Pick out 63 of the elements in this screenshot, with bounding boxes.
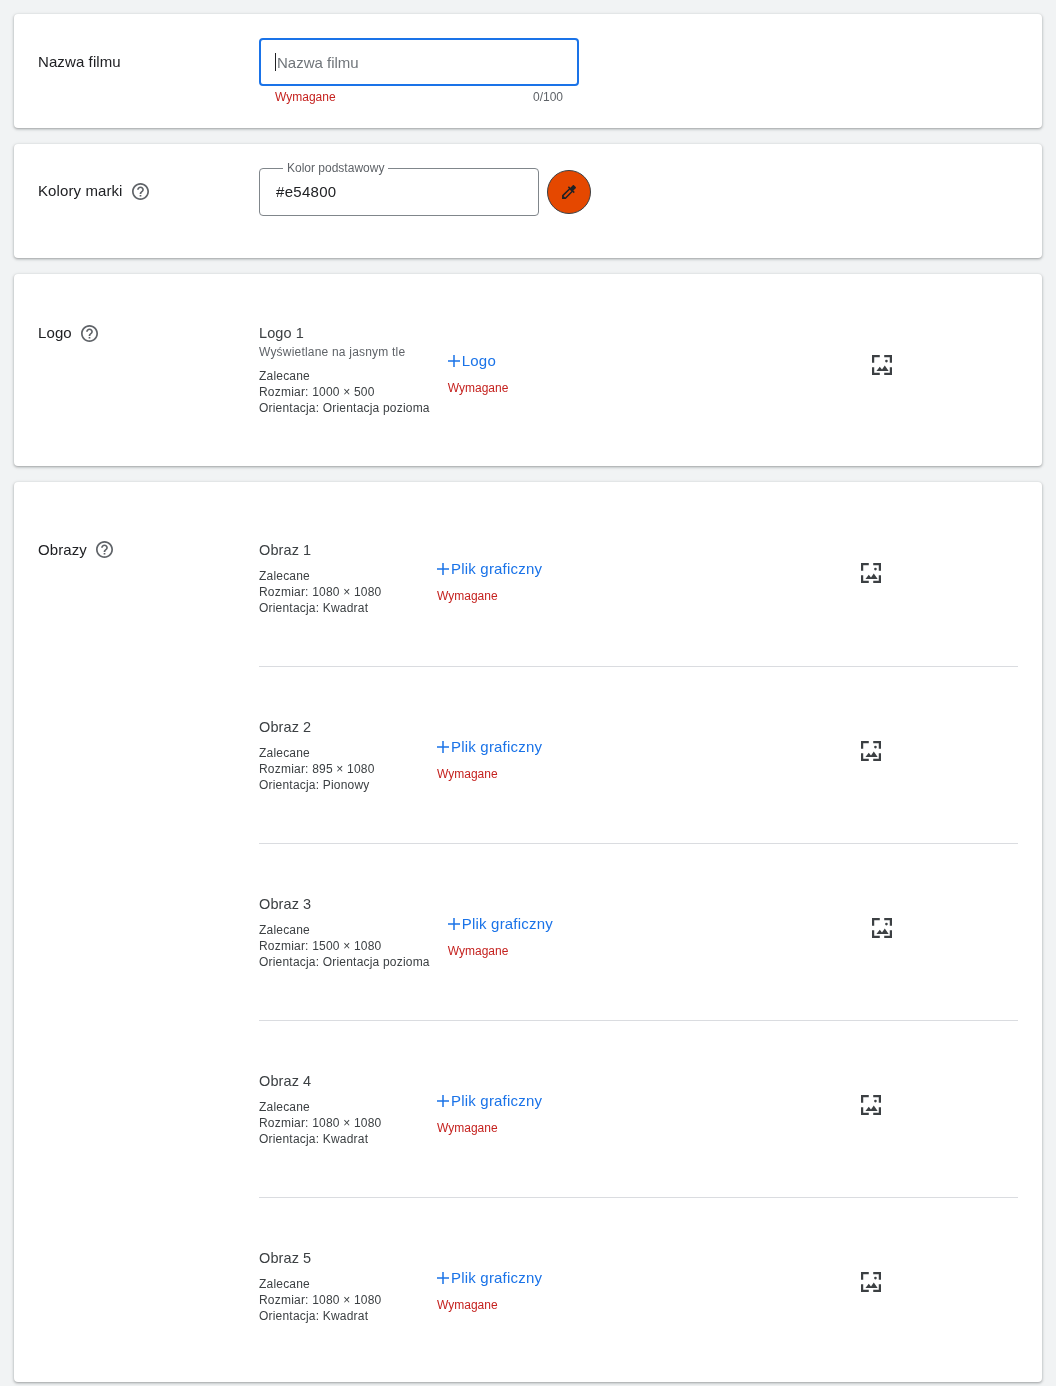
text-cursor-icon: [275, 53, 276, 71]
eyedropper-icon: [562, 185, 576, 199]
orientation-text: Orientacja: Kwadrat: [259, 599, 370, 616]
recommended-label: Zalecane: [259, 1276, 311, 1292]
recommended-label: Zalecane: [259, 567, 311, 584]
add-file-button[interactable]: Plik graficzny: [437, 555, 543, 583]
add-file-button[interactable]: Logo: [447, 347, 496, 375]
required-hint: Wymagane: [447, 942, 509, 959]
add-file-button[interactable]: Plik graficzny: [437, 1263, 543, 1292]
asset-title: Obraz 4: [259, 1072, 313, 1091]
orientation-text: Orientacja: Kwadrat: [259, 1131, 370, 1147]
asset-title: Obraz 1: [259, 540, 313, 560]
required-hint: Wymagane: [437, 1296, 498, 1313]
size-text: Rozmiar: 895 × 1080: [259, 761, 376, 777]
section-label: Nazwa filmu: [38, 52, 121, 72]
orientation-text: Orientacja: Orientacja pozioma: [259, 954, 430, 970]
plus-icon: [437, 1094, 449, 1107]
asset-title: Obraz 3: [259, 895, 313, 914]
add-file-button[interactable]: Plik graficzny: [437, 732, 543, 761]
size-text: Rozmiar: 1080 × 1080: [259, 1115, 383, 1131]
asset-subtitle: Wyświetlane na jasnym tle: [259, 344, 407, 360]
recommended-label: Zalecane: [259, 922, 311, 938]
asset-title: Obraz 5: [259, 1249, 313, 1268]
plus-icon: [437, 740, 449, 753]
size-text: Rozmiar: 1500 × 1080: [259, 938, 383, 954]
image-icon: [861, 563, 881, 583]
orientation-text: Orientacja: Pionowy: [259, 777, 371, 793]
size-text: Rozmiar: 1080 × 1080: [259, 583, 383, 600]
image-icon: [861, 1094, 881, 1115]
title-input-field[interactable]: Nazwa filmu: [259, 38, 579, 86]
add-file-button[interactable]: Plik graficzny: [447, 909, 553, 938]
image-icon: [871, 917, 892, 938]
plus-icon: [437, 563, 449, 575]
color-input-field[interactable]: Kolor podstawowy #e54800: [259, 161, 539, 216]
image-icon: [861, 740, 881, 761]
required-hint: Wymagane: [437, 588, 498, 604]
asset-title: Obraz 2: [259, 718, 313, 737]
required-hint: Wymagane: [437, 1119, 498, 1136]
orientation-text: Orientacja: Kwadrat: [259, 1308, 370, 1324]
plus-icon: [437, 1271, 449, 1284]
help-icon[interactable]: [95, 541, 113, 558]
size-text: Rozmiar: 1080 × 1080: [259, 1292, 383, 1308]
required-hint: Wymagane: [275, 89, 336, 105]
orientation-text: Orientacja: Orientacja pozioma: [259, 400, 430, 416]
size-text: Rozmiar: 1000 × 500: [259, 384, 376, 400]
plus-icon: [447, 917, 460, 930]
recommended-label: Zalecane: [259, 745, 311, 761]
section-label: Logo: [38, 323, 72, 343]
help-icon[interactable]: [80, 324, 98, 342]
asset-title: Logo 1: [259, 324, 305, 343]
color-picker-button[interactable]: [547, 170, 591, 214]
section-label: Kolory marki: [38, 181, 123, 201]
image-icon: [861, 1271, 881, 1292]
recommended-label: Zalecane: [259, 368, 311, 384]
required-hint: Wymagane: [447, 380, 509, 396]
required-hint: Wymagane: [437, 765, 498, 782]
help-icon[interactable]: [131, 182, 149, 200]
add-file-button[interactable]: Plik graficzny: [437, 1086, 543, 1115]
section-label: Obrazy: [38, 539, 87, 560]
recommended-label: Zalecane: [259, 1099, 311, 1115]
image-icon: [871, 355, 892, 375]
character-counter: 0/100: [532, 89, 563, 105]
plus-icon: [447, 355, 460, 367]
